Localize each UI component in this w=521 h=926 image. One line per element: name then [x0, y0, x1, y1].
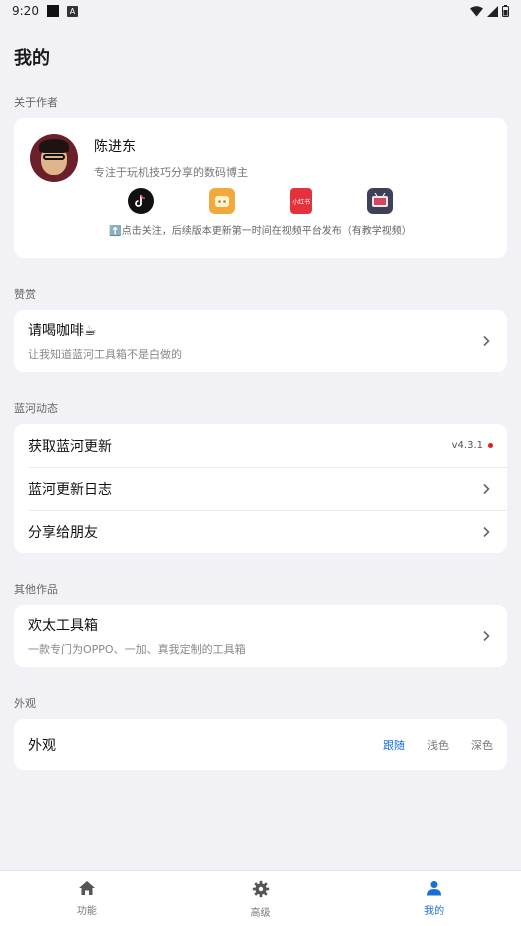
share-row[interactable]: 分享给朋友	[14, 510, 507, 553]
author-card: 陈进东 专注于玩机技巧分享的数码博主 小红书 ⬆️点击关注，后续版本更新第一时间…	[14, 118, 507, 258]
author-name: 陈进东	[94, 139, 136, 155]
tv-channel-icon[interactable]	[367, 188, 394, 214]
follow-note: ⬆️点击关注，后续版本更新第一时间在视频平台发布（有教学视频）	[109, 226, 412, 237]
tab-features-label: 功能	[76, 906, 97, 917]
section-label-appearance: 外观	[14, 697, 36, 710]
appearance-title: 外观	[28, 737, 56, 754]
bottom-tab-bar: 功能 高级 我的	[0, 870, 521, 926]
chevron-right-icon	[483, 526, 490, 537]
appearance-option-follow[interactable]: 跟随	[383, 737, 405, 753]
section-label-about-author: 关于作者	[14, 96, 58, 109]
appearance-card: 外观 跟随 浅色 深色	[14, 719, 507, 770]
tab-features[interactable]: 功能	[0, 871, 174, 926]
tab-me-label: 我的	[424, 906, 445, 917]
buy-coffee-title: 请喝咖啡☕	[28, 323, 97, 339]
share-title: 分享给朋友	[28, 524, 98, 541]
changelog-title: 蓝河更新日志	[28, 481, 112, 498]
chevron-right-icon	[483, 630, 490, 642]
section-label-updates: 蓝河动态	[14, 402, 58, 415]
appearance-options: 跟随 浅色 深色	[383, 737, 493, 753]
platform-links: 小红书	[30, 182, 491, 214]
update-dot-icon	[488, 443, 493, 448]
huantai-toolbox-subtitle: 一款专门为OPPO、一加、真我定制的工具箱	[28, 643, 246, 656]
tab-advanced-label: 高级	[250, 908, 271, 919]
version-badge: v4.3.1	[452, 440, 493, 451]
huantai-toolbox-row[interactable]: 欢太工具箱 一款专门为OPPO、一加、真我定制的工具箱	[14, 605, 507, 667]
wifi-icon	[470, 5, 483, 16]
person-icon	[427, 881, 442, 896]
battery-icon	[502, 5, 509, 17]
section-label-other-works: 其他作品	[14, 583, 58, 596]
tab-me[interactable]: 我的	[347, 871, 521, 926]
chevron-right-icon	[483, 483, 490, 494]
douyin-icon[interactable]	[127, 188, 154, 214]
changelog-row[interactable]: 蓝河更新日志	[14, 467, 507, 510]
appearance-option-dark[interactable]: 深色	[471, 737, 493, 753]
appearance-row: 外观 跟随 浅色 深色	[14, 719, 507, 770]
buy-coffee-subtitle: 让我知道蓝河工具箱不是白做的	[28, 348, 182, 361]
appearance-option-light[interactable]: 浅色	[427, 737, 449, 753]
xiaohongshu-icon[interactable]: 小红书	[290, 188, 313, 214]
updates-card: 获取蓝河更新 v4.3.1 蓝河更新日志 分享给朋友	[14, 424, 507, 553]
status-time: 9:20	[12, 4, 39, 18]
author-description: 专注于玩机技巧分享的数码博主	[94, 166, 248, 179]
get-update-row[interactable]: 获取蓝河更新 v4.3.1	[14, 424, 507, 467]
huantai-toolbox-title: 欢太工具箱	[28, 618, 98, 634]
notification-square-icon	[46, 5, 59, 17]
buy-coffee-row[interactable]: 请喝咖啡☕ 让我知道蓝河工具箱不是白做的	[14, 310, 507, 372]
other-works-card: 欢太工具箱 一款专门为OPPO、一加、真我定制的工具箱	[14, 605, 507, 667]
tab-advanced[interactable]: 高级	[174, 871, 348, 926]
reward-card: 请喝咖啡☕ 让我知道蓝河工具箱不是白做的	[14, 310, 507, 372]
get-update-title: 获取蓝河更新	[28, 438, 112, 455]
status-bar: 9:20 A	[0, 0, 521, 22]
chevron-right-icon	[483, 335, 490, 347]
author-avatar[interactable]	[30, 134, 78, 182]
signal-icon	[487, 5, 498, 17]
home-icon	[78, 881, 95, 895]
notification-a-icon: A	[66, 5, 78, 17]
gear-icon	[252, 880, 269, 898]
bilibili-icon[interactable]	[208, 188, 235, 214]
section-label-reward: 赞赏	[14, 288, 36, 301]
page-title: 我的	[14, 48, 50, 69]
xiaohongshu-label: 小红书	[292, 198, 311, 206]
version-text: v4.3.1	[451, 440, 483, 451]
